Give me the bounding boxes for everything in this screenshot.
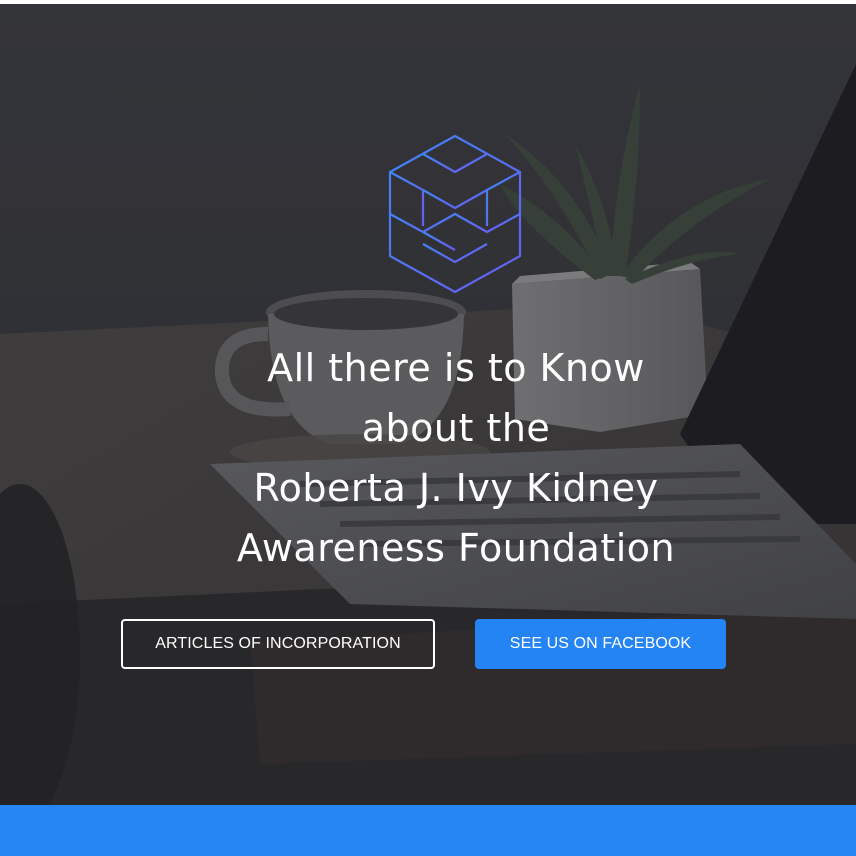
headline-line-4: Awareness Foundation bbox=[236, 526, 676, 570]
headline-line-1: All there is to Know bbox=[267, 346, 645, 390]
hero-headline: All there is to Know about the Roberta J… bbox=[150, 338, 762, 578]
hero-section: All there is to Know about the Roberta J… bbox=[0, 4, 856, 805]
page: All there is to Know about the Roberta J… bbox=[0, 0, 856, 856]
bottom-accent-bar bbox=[0, 805, 856, 856]
stacked-cubes-logo-icon bbox=[388, 134, 522, 294]
headline-line-2: about the bbox=[361, 406, 551, 450]
articles-of-incorporation-button[interactable]: ARTICLES OF INCORPORATION bbox=[121, 619, 435, 669]
headline-line-3: Roberta J. Ivy Kidney bbox=[253, 466, 659, 510]
see-us-on-facebook-button[interactable]: SEE US ON FACEBOOK bbox=[475, 619, 726, 669]
